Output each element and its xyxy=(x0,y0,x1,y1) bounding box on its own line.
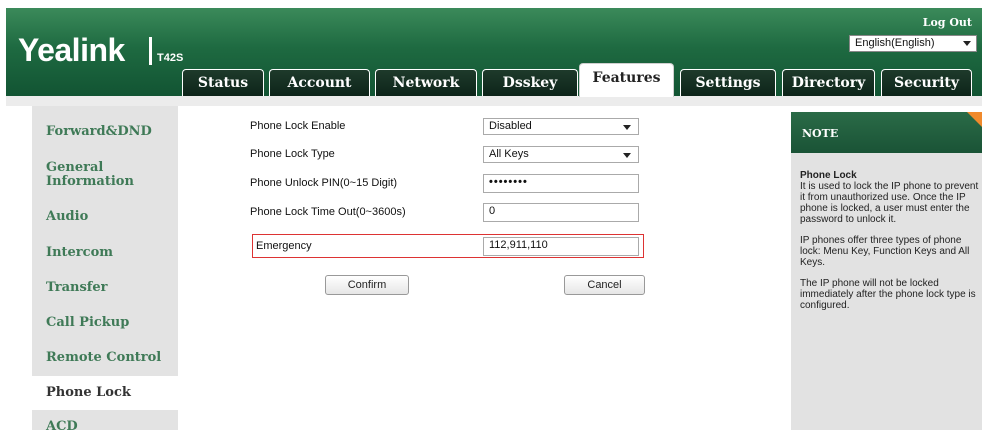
logout-link[interactable]: Log Out xyxy=(923,16,972,29)
note-body: Phone Lock It is used to lock the IP pho… xyxy=(800,170,980,321)
sidebar-item-forward-dnd[interactable]: Forward&DND xyxy=(46,125,152,139)
sidebar-item-acd[interactable]: ACD xyxy=(46,420,78,430)
note-title: NOTE xyxy=(802,127,839,140)
emergency-label: Emergency xyxy=(256,240,312,252)
logo-separator xyxy=(149,37,152,65)
note-paragraph: Phone Lock It is used to lock the IP pho… xyxy=(800,170,980,225)
sidebar-item-audio[interactable]: Audio xyxy=(46,210,88,224)
phone-lock-enable-select[interactable]: Disabled xyxy=(483,118,639,135)
tab-dsskey[interactable]: Dsskey xyxy=(482,69,578,96)
model-label: T42S xyxy=(157,52,184,64)
phone-lock-enable-label: Phone Lock Enable xyxy=(250,120,346,132)
unlock-pin-input[interactable]: •••••••• xyxy=(483,174,639,193)
note-corner-icon xyxy=(967,112,982,130)
emergency-input[interactable]: 112,911,110 xyxy=(483,237,639,256)
note-heading: Phone Lock xyxy=(800,170,857,181)
note-panel: NOTE Phone Lock It is used to lock the I… xyxy=(791,112,982,430)
chevron-down-icon xyxy=(623,153,631,158)
phone-lock-type-value: All Keys xyxy=(489,148,529,160)
sidebar-item-information[interactable]: Information xyxy=(46,175,134,189)
confirm-button[interactable]: Confirm xyxy=(325,275,409,295)
tab-security[interactable]: Security xyxy=(881,69,972,96)
note-text-1: It is used to lock the IP phone to preve… xyxy=(800,181,979,225)
tab-status[interactable]: Status xyxy=(182,69,264,96)
language-select[interactable]: English(English) xyxy=(849,35,977,52)
web-ui-frame: Yealink T42S Log Out English(English) St… xyxy=(6,8,982,430)
note-text-3: The IP phone will not be locked immediat… xyxy=(800,278,976,311)
lock-timeout-label: Phone Lock Time Out(0~3600s) xyxy=(250,206,406,218)
tab-underline-strip xyxy=(6,96,982,106)
unlock-pin-label: Phone Unlock PIN(0~15 Digit) xyxy=(250,177,398,189)
language-value: English(English) xyxy=(855,37,935,49)
lock-timeout-input[interactable]: 0 xyxy=(483,203,639,222)
sidebar-item-transfer[interactable]: Transfer xyxy=(46,281,107,295)
chevron-down-icon xyxy=(963,41,971,46)
sidebar-item-phone-lock[interactable]: Phone Lock xyxy=(46,386,131,400)
chevron-down-icon xyxy=(623,125,631,130)
yealink-logo: Yealink xyxy=(18,32,125,68)
tab-features[interactable]: Features xyxy=(579,63,674,97)
sidebar-item-intercom[interactable]: Intercom xyxy=(46,246,113,260)
tab-settings[interactable]: Settings xyxy=(680,69,776,96)
tab-account[interactable]: Account xyxy=(269,69,370,96)
phone-lock-type-label: Phone Lock Type xyxy=(250,148,335,160)
phone-lock-type-select[interactable]: All Keys xyxy=(483,146,639,163)
tab-network[interactable]: Network xyxy=(375,69,477,96)
header-bar: Yealink T42S Log Out English(English) St… xyxy=(6,8,982,97)
cancel-button[interactable]: Cancel xyxy=(564,275,645,295)
sidebar-item-call-pickup[interactable]: Call Pickup xyxy=(46,316,129,330)
sidebar-item-general[interactable]: General xyxy=(46,161,103,175)
note-header: NOTE xyxy=(791,112,982,153)
phone-lock-enable-value: Disabled xyxy=(489,120,532,132)
note-text-2: IP phones offer three types of phone loc… xyxy=(800,235,970,268)
tab-directory[interactable]: Directory xyxy=(782,69,875,96)
sidebar-item-remote-control[interactable]: Remote Control xyxy=(46,351,161,365)
